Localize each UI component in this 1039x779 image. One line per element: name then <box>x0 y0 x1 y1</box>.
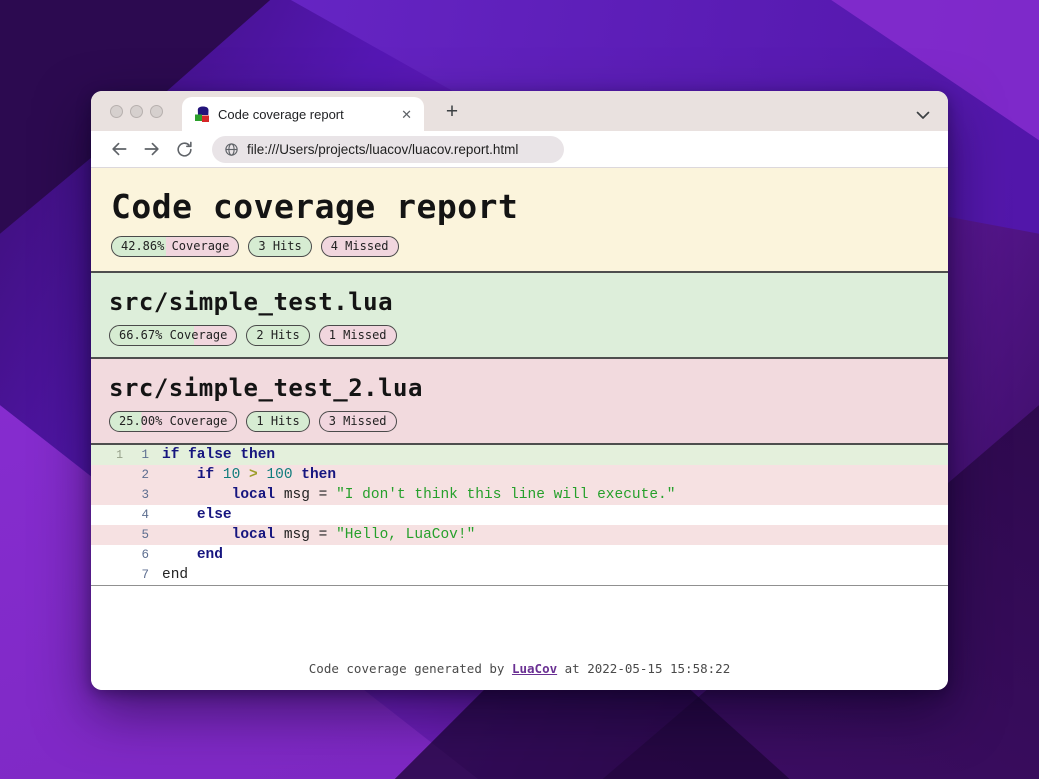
footer-timestamp: at 2022-05-15 15:58:22 <box>557 661 731 676</box>
file-name: src/simple_test.lua <box>109 288 394 316</box>
code-text: else <box>196 507 232 523</box>
file-badges: 25.00% Coverage 1 Hits 3 Missed <box>109 410 930 432</box>
address-bar[interactable]: file:///Users/projects/luacov/luacov.rep… <box>212 135 564 163</box>
browser-toolbar: file:///Users/projects/luacov/luacov.rep… <box>91 131 948 168</box>
browser-window: Code coverage report ✕ + file:///Users/p… <box>91 91 948 690</box>
line-number: 7 <box>141 568 149 582</box>
back-button[interactable] <box>105 136 132 163</box>
code-line: 2 if 10 > 100 then <box>91 465 948 485</box>
code-text: local msg = "I don't think this line wil… <box>231 487 676 503</box>
code-text: local msg = "Hello, LuaCov!" <box>231 527 476 543</box>
hits-badge: 2 Hits <box>246 324 310 346</box>
file-section-simple-test-2: src/simple_test_2.lua 25.00% Coverage 1 H… <box>91 359 948 445</box>
forward-button[interactable] <box>138 136 165 163</box>
report-header: Code coverage report 42.86% Coverage 3 Hi… <box>91 168 948 273</box>
luacov-favicon <box>195 106 209 122</box>
code-line: 5 local msg = "Hello, LuaCov!" <box>91 525 948 545</box>
missed-badge: 4 Missed <box>320 235 399 257</box>
close-tab-icon[interactable]: ✕ <box>399 106 414 123</box>
summary-badges: 42.86% Coverage 3 Hits 4 Missed <box>111 235 928 257</box>
file-section-simple-test: src/simple_test.lua 66.67% Coverage 2 Hit… <box>91 273 948 359</box>
tab-code-coverage-report[interactable]: Code coverage report ✕ <box>182 97 424 131</box>
close-window-button[interactable] <box>110 105 123 118</box>
code-text: end <box>196 547 223 563</box>
code-text: if 10 > 100 then <box>196 467 337 483</box>
line-number: 6 <box>141 548 149 562</box>
traffic-lights <box>110 105 163 118</box>
hits-badge: 1 Hits <box>246 410 310 432</box>
code-lines: 1 1 if false then 2 if 10 > 100 then 3 local… <box>91 445 948 586</box>
line-number: 4 <box>141 508 149 522</box>
code-line: 6 end <box>91 545 948 565</box>
line-number: 1 <box>141 448 149 462</box>
new-tab-button[interactable]: + <box>440 100 464 124</box>
tab-search-chevron-icon[interactable] <box>916 111 930 120</box>
tab-strip: Code coverage report ✕ + <box>91 91 948 131</box>
minimize-window-button[interactable] <box>130 105 143 118</box>
code-line: 4 else <box>91 505 948 525</box>
globe-icon <box>225 142 238 156</box>
missed-badge: 1 Missed <box>318 324 397 346</box>
file-name: src/simple_test_2.lua <box>109 374 423 402</box>
code-line: 1 1 if false then <box>91 445 948 465</box>
coverage-badge: 42.86% Coverage <box>111 235 240 257</box>
coverage-badge: 66.67% Coverage <box>109 324 238 346</box>
hit-count: 1 <box>116 448 123 462</box>
page-title: Code coverage report <box>111 187 519 226</box>
reload-button[interactable] <box>171 136 198 163</box>
url-text: file:///Users/projects/luacov/luacov.rep… <box>247 141 519 157</box>
line-number: 3 <box>141 488 149 502</box>
file-badges: 66.67% Coverage 2 Hits 1 Missed <box>109 324 930 346</box>
footer-text: Code coverage generated by <box>308 661 512 676</box>
report-footer: Code coverage generated by LuaCov at 202… <box>91 655 948 690</box>
code-line: 3 local msg = "I don't think this line w… <box>91 485 948 505</box>
code-text: if false then <box>162 447 276 463</box>
missed-badge: 3 Missed <box>318 410 397 432</box>
line-number: 2 <box>141 468 149 482</box>
hits-badge: 3 Hits <box>248 235 312 257</box>
line-number: 5 <box>141 528 149 542</box>
coverage-badge: 25.00% Coverage <box>109 410 238 432</box>
zoom-window-button[interactable] <box>150 105 163 118</box>
luacov-link[interactable]: LuaCov <box>512 661 557 676</box>
tab-title: Code coverage report <box>218 106 344 122</box>
code-text: end <box>162 567 189 583</box>
report-page: Code coverage report 42.86% Coverage 3 Hi… <box>91 168 948 690</box>
code-line: 7 end <box>91 565 948 585</box>
